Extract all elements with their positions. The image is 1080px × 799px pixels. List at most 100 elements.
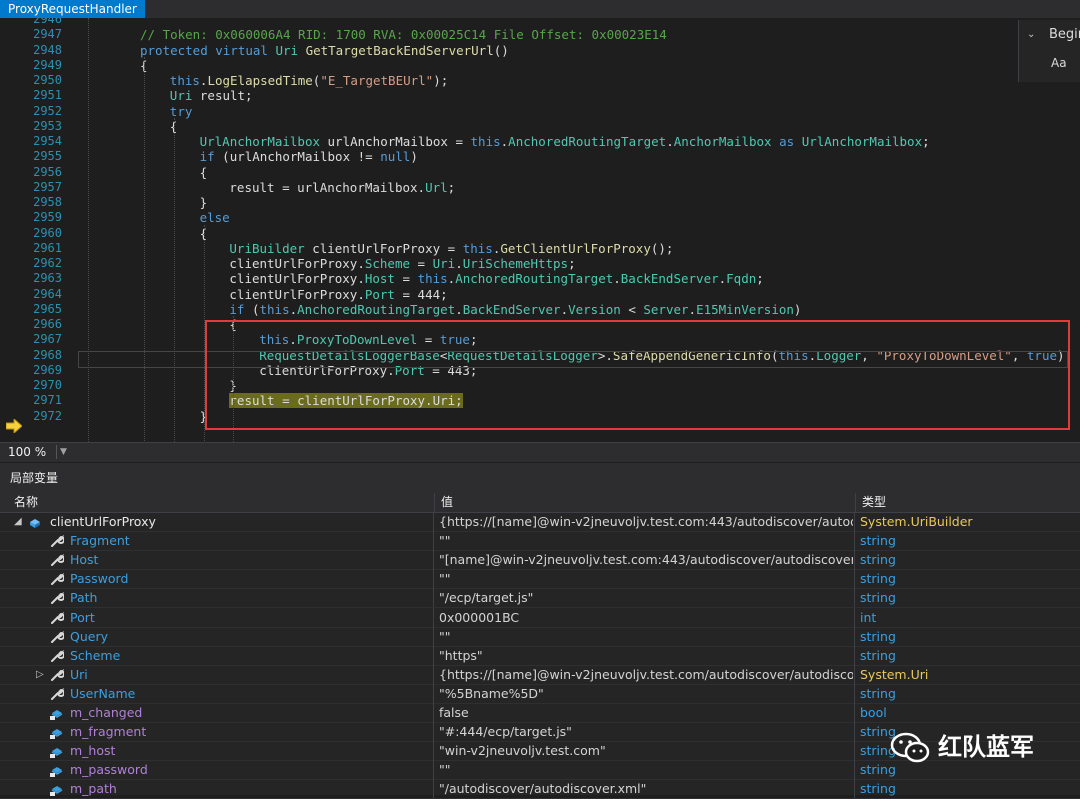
match-case-button[interactable]: Aa: [1051, 52, 1067, 74]
code-token: .: [666, 134, 674, 149]
locals-grid-header: 名称 值 类型: [0, 493, 1080, 513]
code-token: .: [289, 301, 298, 317]
locals-value-cell[interactable]: {https://[name]@win-v2jneuvoljv.test.com…: [433, 512, 853, 531]
find-search-row[interactable]: ⌄ Begin: [1019, 24, 1080, 46]
locals-name: Port: [70, 609, 95, 625]
code-token: =: [417, 256, 433, 271]
locals-name-cell: Port: [0, 608, 432, 627]
locals-value-cell[interactable]: "#:444/ecp/target.js": [433, 722, 853, 742]
code-token: AnchoredRoutingTarget: [508, 134, 667, 149]
zoom-dropdown-icon[interactable]: ▼: [56, 445, 70, 459]
code-token: Fqdn: [726, 271, 757, 287]
column-header-value[interactable]: 值: [434, 493, 453, 512]
collapse-arrow-icon[interactable]: ◢: [14, 512, 22, 531]
locals-value-cell[interactable]: "": [433, 760, 853, 780]
find-search-input[interactable]: Begin: [1049, 24, 1080, 46]
expand-arrow-icon[interactable]: ▷: [36, 665, 44, 684]
code-token: ): [793, 301, 802, 317]
locals-value-cell[interactable]: 0x000001BC: [433, 607, 853, 627]
code-token: AnchorMailbox: [673, 134, 780, 149]
code-token: UriSchemeHttps: [462, 256, 569, 271]
locals-value-cell[interactable]: "[name]@win-v2jneuvoljv.test.com:443/aut…: [433, 550, 853, 570]
code-token: Scheme: [364, 256, 418, 271]
indent-guide: [144, 56, 145, 442]
locals-name-cell: Scheme: [0, 646, 432, 665]
locals-name: UserName: [70, 685, 136, 701]
code-token: .: [613, 271, 621, 287]
locals-row[interactable]: Scheme "https" string: [0, 645, 1080, 666]
locals-row[interactable]: Path "/ecp/target.js" string: [0, 588, 1080, 609]
locals-row[interactable]: Query "" string: [0, 626, 1080, 647]
find-widget: ⌄ Begin Aa: [1018, 20, 1080, 82]
locals-value-cell[interactable]: false: [433, 703, 853, 722]
locals-type-cell: int: [854, 607, 1080, 627]
code-token: null: [380, 149, 411, 165]
locals-name-cell: m_path: [0, 779, 432, 798]
locals-name: m_host: [70, 743, 116, 759]
code-token: protected virtual: [140, 42, 276, 58]
code-token: }: [199, 195, 208, 210]
chevron-down-icon[interactable]: ⌄: [1027, 24, 1035, 46]
locals-row[interactable]: Fragment "" string: [0, 531, 1080, 552]
locals-row[interactable]: UserName "%5Bname%5D" string: [0, 683, 1080, 704]
locals-row[interactable]: Port 0x000001BC int: [0, 607, 1080, 628]
wechat-logo-icon: [890, 732, 930, 763]
locals-name-cell: ▷ Uri: [0, 665, 432, 684]
locals-value-cell[interactable]: "": [433, 531, 853, 551]
locals-value-cell[interactable]: "/ecp/target.js": [433, 588, 853, 608]
property-wrench-icon: [50, 630, 65, 643]
locals-value-cell[interactable]: "%5Bname%5D": [433, 683, 853, 703]
property-wrench-icon: [50, 611, 65, 624]
code-token: Uri: [432, 256, 456, 271]
code-token: clientUrlForProxy.: [229, 256, 365, 271]
locals-value-cell[interactable]: "https": [433, 645, 853, 665]
line-number: 2972: [33, 408, 62, 423]
code-token: .: [455, 256, 463, 271]
locals-name: Host: [70, 552, 99, 568]
locals-value-cell[interactable]: "win-v2jneuvoljv.test.com": [433, 741, 853, 761]
code-token: urlAnchorMailbox =: [327, 134, 471, 149]
property-wrench-icon: [50, 534, 65, 548]
private-field-icon: [50, 706, 64, 720]
code-token: this: [462, 240, 493, 256]
locals-row[interactable]: m_path "/autodiscover/autodiscover.xml" st…: [0, 779, 1080, 799]
property-wrench-icon: [50, 649, 65, 662]
code-token: // Token: 0x060006A4 RID: 1700 RVA: 0x00…: [140, 27, 667, 43]
locals-row[interactable]: ▷ Uri {https://[name]@win-v2jneuvoljv.test…: [0, 664, 1080, 685]
code-token: GetTargetBackEndServerUrl: [305, 42, 494, 58]
find-options-row: Aa: [1019, 52, 1080, 74]
locals-row[interactable]: m_changed false bool: [0, 703, 1080, 723]
code-token: = 444;: [402, 286, 448, 302]
locals-row[interactable]: Host "[name]@win-v2jneuvoljv.test.com:443…: [0, 550, 1080, 571]
code-token: result = urlAnchorMailbox.: [229, 179, 426, 195]
locals-type-cell: System.UriBuilder: [854, 512, 1080, 531]
locals-type-cell: string: [854, 569, 1080, 589]
locals-name: Query: [70, 628, 108, 644]
locals-name-cell: Fragment: [0, 531, 432, 550]
code-token: Uri: [275, 42, 306, 58]
column-header-type[interactable]: 类型: [855, 493, 886, 512]
locals-value-cell[interactable]: "": [433, 569, 853, 589]
locals-row[interactable]: Password "" string: [0, 569, 1080, 590]
locals-value-cell[interactable]: "/autodiscover/autodiscover.xml": [433, 779, 853, 799]
locals-name-cell: Query: [0, 627, 432, 646]
locals-name: Uri: [70, 666, 88, 682]
property-wrench-icon: [50, 572, 65, 586]
code-token: else: [199, 210, 230, 226]
code-token: (urlAnchorMailbox !=: [222, 149, 381, 165]
tab-proxy-request-handler[interactable]: ProxyRequestHandler: [0, 0, 145, 18]
locals-name-cell: m_password: [0, 760, 432, 779]
code-token: ): [410, 149, 418, 165]
locals-name-cell: m_changed: [0, 703, 432, 722]
locals-value-cell[interactable]: {https://[name]@win-v2jneuvoljv.test.com…: [433, 664, 853, 684]
zoom-level[interactable]: 100 %: [4, 444, 50, 460]
code-token: AnchoredRoutingTarget: [297, 301, 456, 317]
code-editor[interactable]: 2946 2947// Token: 0x060006A4 RID: 1700 R…: [0, 18, 1080, 442]
code-token: Server: [643, 301, 689, 317]
locals-row[interactable]: ◢ clientUrlForProxy {https://[name]@win-v2…: [0, 512, 1080, 532]
locals-type-cell: string: [854, 550, 1080, 570]
locals-name-cell: Password: [0, 569, 432, 588]
column-header-name[interactable]: 名称: [8, 493, 38, 512]
watermark-text: 红队蓝军: [938, 733, 1034, 761]
locals-value-cell[interactable]: "": [433, 626, 853, 646]
